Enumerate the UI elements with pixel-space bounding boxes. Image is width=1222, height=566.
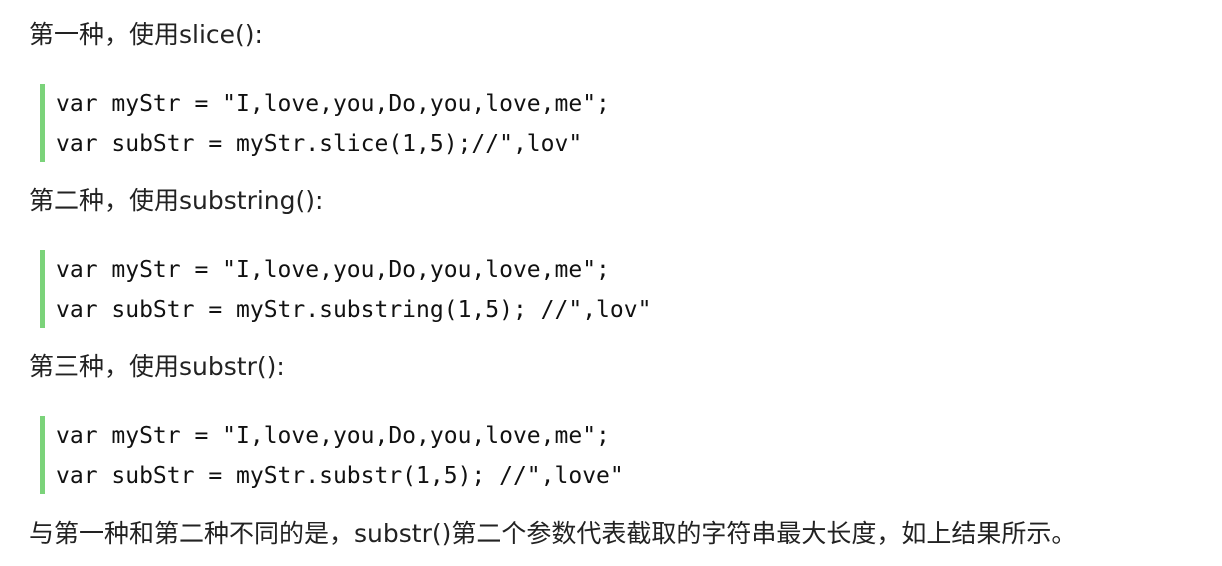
section-heading-slice: 第一种，使用slice(): [29,20,263,49]
code-block-slice: var myStr = "I,love,you,Do,you,love,me";… [40,84,1180,162]
code-line: var myStr = "I,love,you,Do,you,love,me"; [56,257,610,283]
code-line: var myStr = "I,love,you,Do,you,love,me"; [56,91,610,117]
code-line: var subStr = myStr.substr(1,5); //",love… [56,463,624,489]
code-line: var myStr = "I,love,you,Do,you,love,me"; [56,423,610,449]
code-block-substr: var myStr = "I,love,you,Do,you,love,me";… [40,416,1180,494]
code-line: var subStr = myStr.substring(1,5); //",l… [56,297,652,323]
section-heading-substr: 第三种，使用substr(): [29,352,285,381]
summary-note: 与第一种和第二种不同的是，substr()第二个参数代表截取的字符串最大长度，如… [29,519,1077,548]
code-line: var subStr = myStr.slice(1,5);//",lov" [56,131,583,157]
section-heading-substring: 第二种，使用substring(): [29,186,324,215]
code-block-substring: var myStr = "I,love,you,Do,you,love,me";… [40,250,1180,328]
